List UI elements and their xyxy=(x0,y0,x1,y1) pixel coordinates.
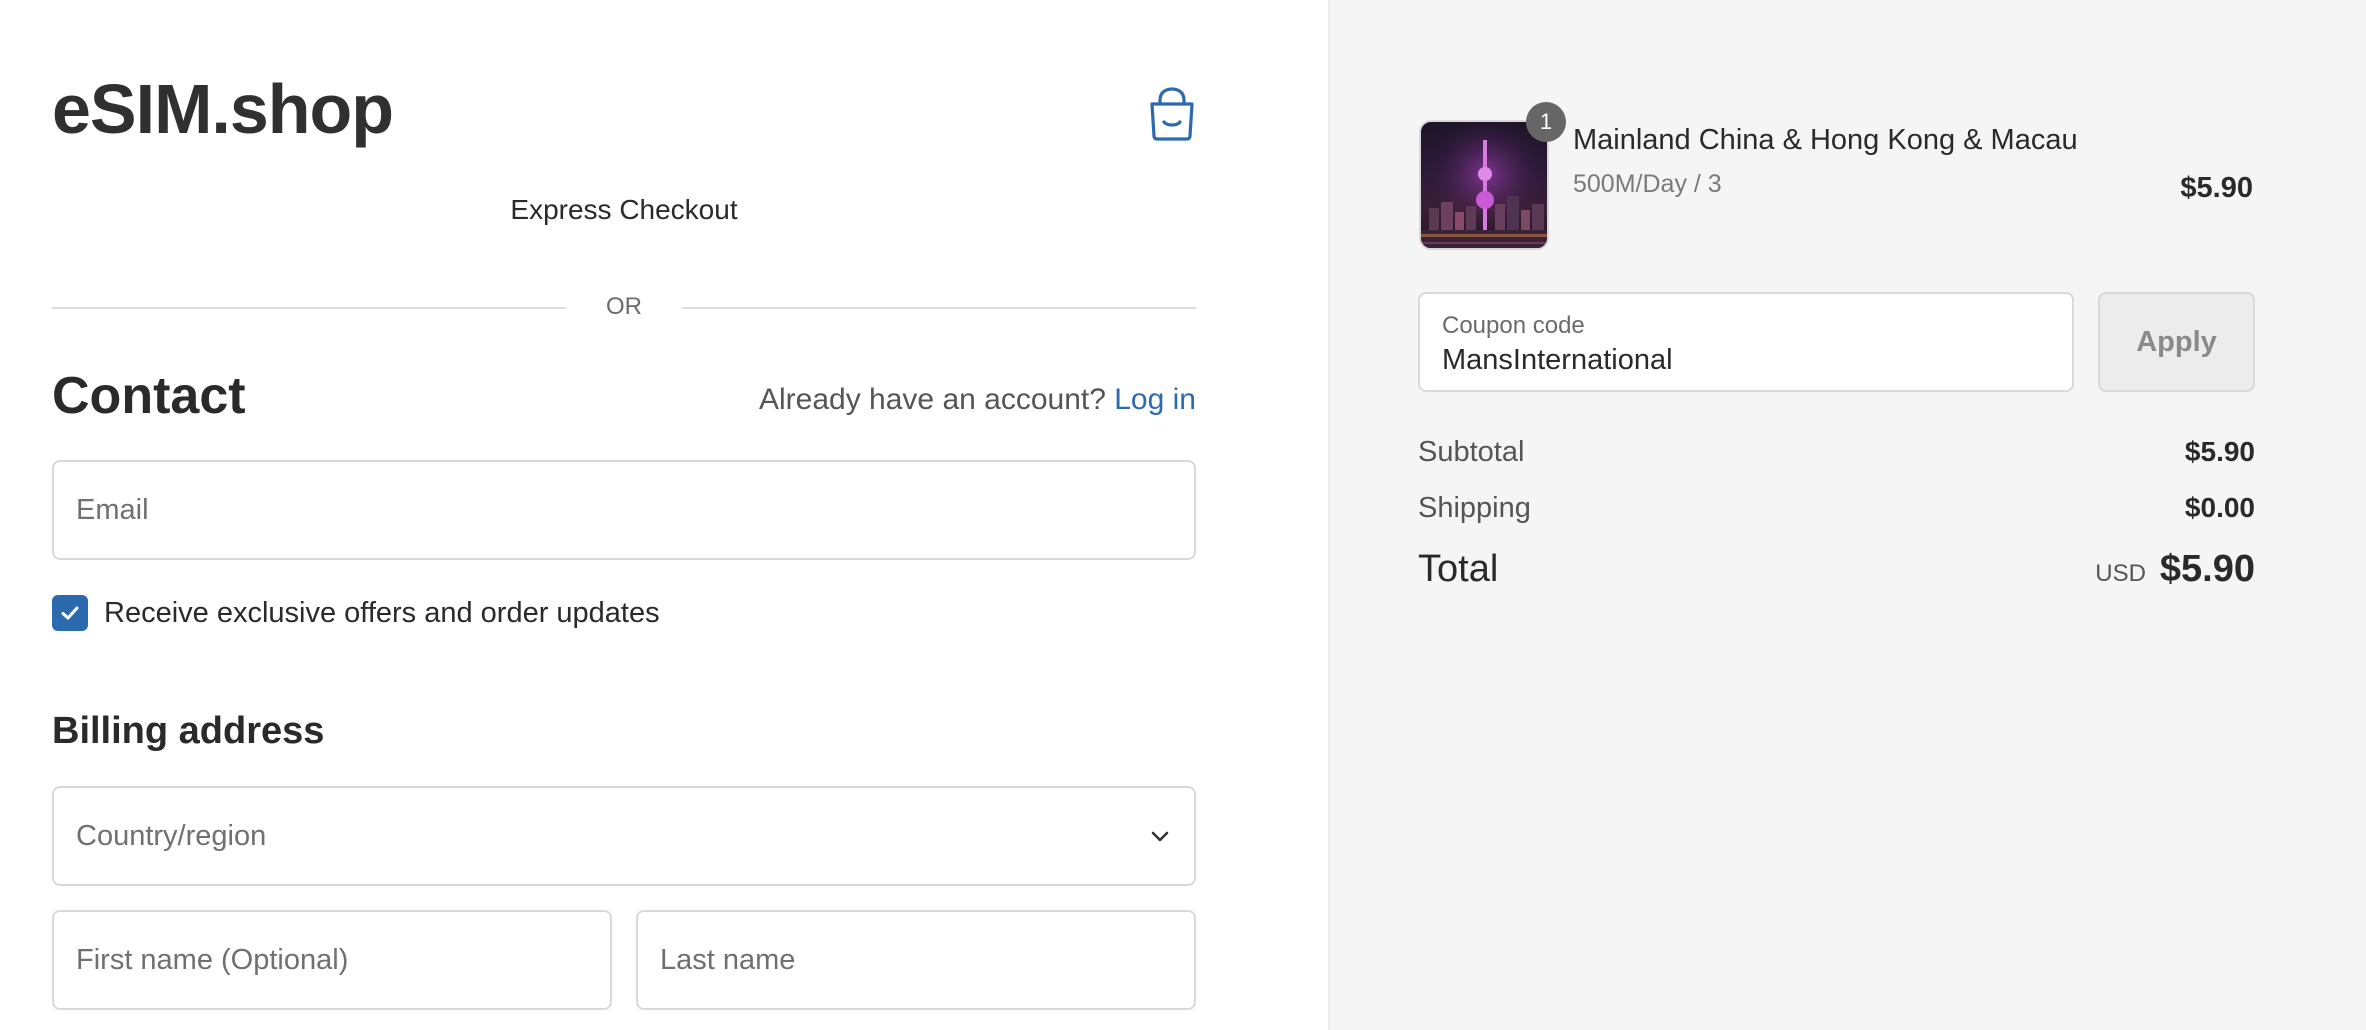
billing-address-heading: Billing address xyxy=(52,710,325,752)
total-row: Total USD $5.90 xyxy=(1418,548,2255,596)
offers-checkbox-label: Receive exclusive offers and order updat… xyxy=(104,596,660,629)
last-name-field[interactable] xyxy=(636,910,1196,1010)
total-label: Total xyxy=(1418,548,1499,590)
order-summary-panel: 1 Mainland China & Hong Kong & Macau 500… xyxy=(1328,0,2366,1030)
shopping-bag-icon xyxy=(1150,87,1194,141)
first-name-input[interactable] xyxy=(54,912,610,1008)
offers-checkbox[interactable] xyxy=(52,595,88,631)
first-name-field[interactable] xyxy=(52,910,612,1010)
checkmark-icon xyxy=(61,606,79,620)
apply-coupon-button[interactable]: Apply xyxy=(2098,292,2255,392)
checkout-page: eSIM.shop Express Checkout OR Contact Al… xyxy=(0,0,2366,1030)
shipping-label: Shipping xyxy=(1418,492,1531,524)
product-variant: 500M/Day / 3 xyxy=(1573,170,1722,198)
last-name-input[interactable] xyxy=(638,912,1194,1008)
country-region-placeholder: Country/region xyxy=(76,820,267,852)
cart-button[interactable] xyxy=(1146,86,1198,142)
account-prompt-text: Already have an account? xyxy=(759,383,1106,416)
quantity-badge: 1 xyxy=(1526,102,1566,142)
email-field[interactable] xyxy=(52,460,1196,560)
offers-checkbox-row[interactable]: Receive exclusive offers and order updat… xyxy=(52,594,660,632)
or-divider: OR xyxy=(52,292,1196,322)
contact-heading: Contact xyxy=(52,367,246,425)
login-link[interactable]: Log in xyxy=(1114,383,1196,416)
product-price: $5.90 xyxy=(2180,172,2253,204)
coupon-code-field[interactable]: Coupon code MansInternational xyxy=(1418,292,2074,392)
store-logo[interactable]: eSIM.shop xyxy=(52,74,394,144)
checkout-form-panel: eSIM.shop Express Checkout OR Contact Al… xyxy=(0,0,1328,1030)
subtotal-value: $5.90 xyxy=(2184,436,2255,467)
total-amount: USD $5.90 xyxy=(2095,548,2255,591)
subtotal-label: Subtotal xyxy=(1418,436,1525,468)
coupon-code-value[interactable]: MansInternational xyxy=(1442,344,1673,377)
product-image xyxy=(1419,120,1549,250)
account-prompt: Already have an account? Log in xyxy=(759,382,1196,418)
subtotal-row: Subtotal $5.90 xyxy=(1418,436,2255,476)
divider-line-right xyxy=(682,307,1196,309)
currency-code: USD xyxy=(2095,560,2146,587)
shipping-row: Shipping $0.00 xyxy=(1418,492,2255,532)
country-region-select[interactable]: Country/region xyxy=(52,786,1196,886)
chevron-down-icon xyxy=(1151,831,1169,842)
total-value: $5.90 xyxy=(2159,548,2255,590)
email-input[interactable] xyxy=(54,462,1194,558)
city-skyline-image xyxy=(1421,122,1547,248)
product-name: Mainland China & Hong Kong & Macau xyxy=(1573,124,2078,156)
coupon-code-label: Coupon code xyxy=(1442,312,1585,339)
shipping-value: $0.00 xyxy=(2184,492,2255,523)
express-checkout-label: Express Checkout xyxy=(510,194,738,225)
